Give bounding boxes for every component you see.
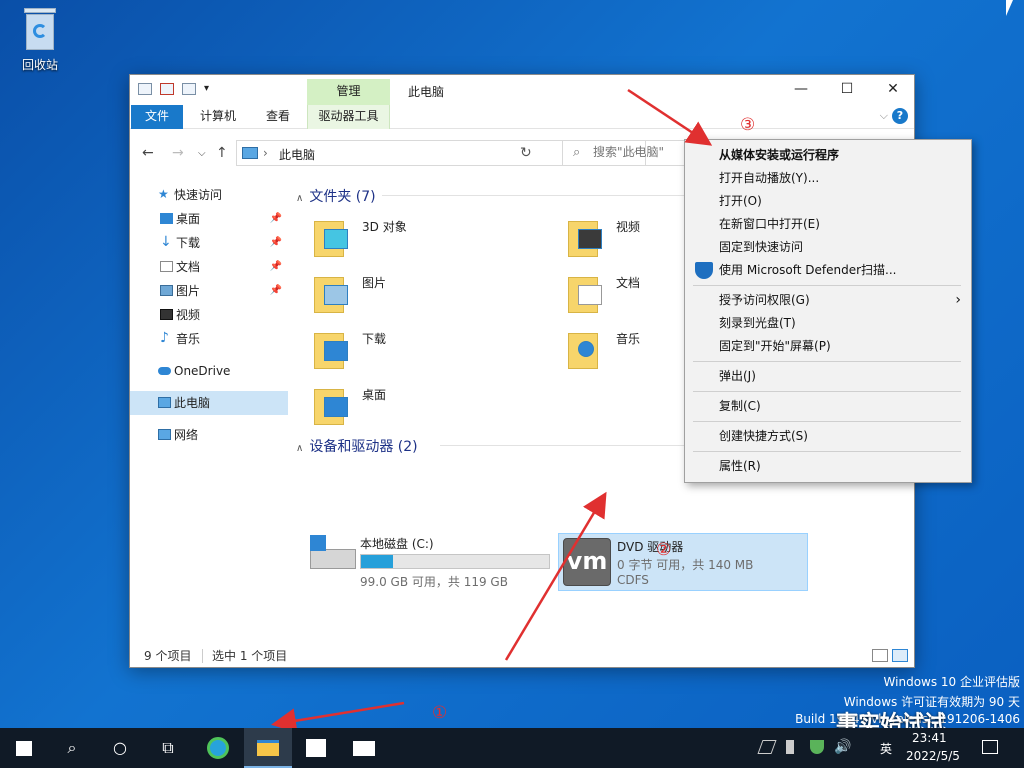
mail-icon — [353, 741, 375, 756]
edge-taskbar-button[interactable] — [194, 728, 242, 768]
volume-icon[interactable]: 🔊 — [834, 740, 851, 754]
cortana-icon: ○ — [113, 738, 127, 757]
input-language-indicator[interactable]: 英 — [880, 740, 892, 757]
search-button[interactable]: ⌕ — [48, 728, 96, 768]
edition-watermark: Windows 10 企业评估版 — [883, 675, 1020, 689]
annotation-step-1: ① — [432, 703, 448, 723]
defender-icon[interactable] — [810, 740, 824, 754]
task-view-icon: ⧉ — [162, 738, 174, 757]
clock-time[interactable]: 23:41 — [912, 731, 947, 745]
mail-taskbar-button[interactable] — [340, 728, 388, 768]
usb-device-icon[interactable] — [786, 740, 794, 754]
file-explorer-icon — [257, 740, 279, 756]
file-explorer-taskbar-button[interactable] — [244, 728, 292, 768]
network-disconnected-icon[interactable] — [757, 740, 777, 754]
task-view-button[interactable]: ⧉ — [144, 728, 192, 768]
arrow-to-explorer-taskbar — [271, 701, 405, 734]
search-icon: ⌕ — [67, 738, 77, 757]
annotation-step-2: ② — [656, 540, 672, 560]
start-button[interactable] — [0, 728, 48, 768]
notification-center-icon[interactable] — [982, 740, 998, 754]
arrow-to-install-menu-item — [627, 88, 713, 146]
clock-date[interactable]: 2022/5/5 — [906, 749, 960, 763]
store-taskbar-button[interactable] — [292, 728, 340, 768]
taskbar: ⌕ ○ ⧉ 🔊 英 23:41 2022/5/5 — [0, 728, 1024, 768]
windows-logo-icon — [16, 741, 32, 756]
arrow-to-dvd-drive — [504, 491, 607, 661]
annotation-arrows — [271, 88, 713, 734]
store-icon — [306, 739, 326, 757]
annotation-step-3: ③ — [740, 115, 756, 135]
cortana-button[interactable]: ○ — [96, 728, 144, 768]
edge-icon — [207, 737, 229, 759]
